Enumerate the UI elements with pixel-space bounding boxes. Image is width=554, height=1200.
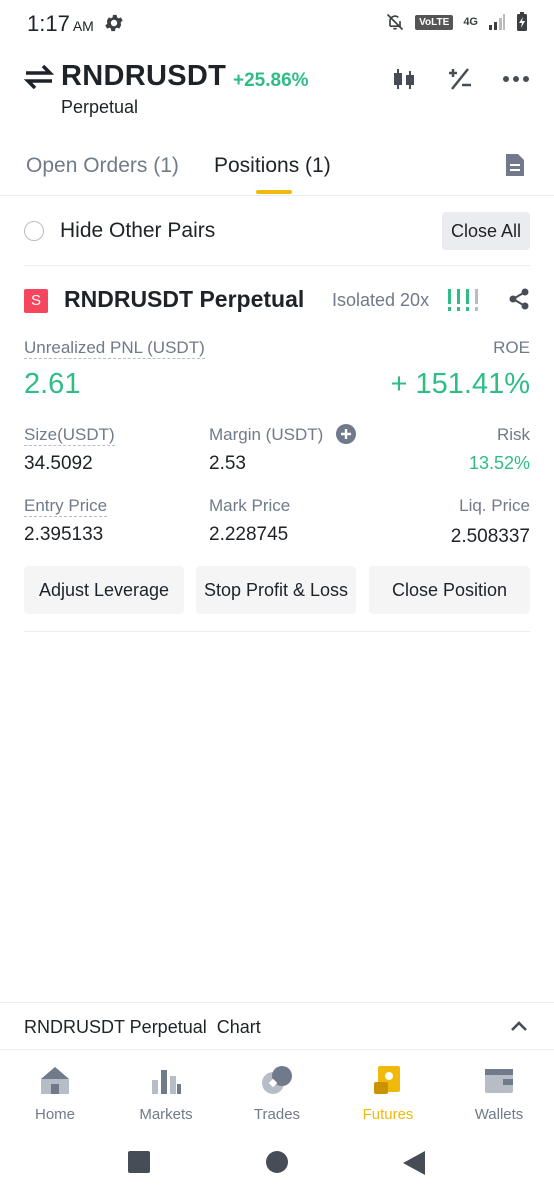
volte-badge: VoLTE — [415, 14, 454, 30]
home-button-icon[interactable] — [265, 1150, 289, 1174]
position-title[interactable]: RNDRUSDT Perpetual — [64, 286, 304, 313]
trades-icon — [262, 1066, 292, 1094]
liq-price-value: 2.508337 — [450, 526, 530, 547]
mark-price-value: 2.228745 — [209, 524, 289, 545]
document-icon[interactable] — [504, 152, 526, 178]
tab-open-orders[interactable]: Open Orders (1) — [26, 154, 179, 178]
add-margin-icon[interactable] — [336, 424, 356, 444]
hide-other-pairs-label[interactable]: Hide Other Pairs — [60, 219, 215, 243]
entry-price-value: 2.395133 — [24, 524, 104, 545]
price-change: +25.86% — [233, 70, 309, 91]
status-time: 1:17 AM — [27, 11, 94, 36]
liq-price-label: Liq. Price — [459, 496, 530, 515]
more-icon[interactable] — [502, 66, 530, 92]
bell-off-icon — [387, 13, 404, 31]
pair-symbol[interactable]: RNDRUSDT — [61, 60, 226, 93]
roe-label: ROE — [493, 338, 530, 357]
unrealized-pnl-label[interactable]: Unrealized PNL (USDT) — [24, 338, 205, 359]
tab-bar: Open Orders (1) Positions (1) — [0, 140, 554, 196]
margin-value: 2.53 — [209, 453, 246, 474]
close-all-button[interactable]: Close All — [441, 212, 530, 250]
roe-value: + 151.41% — [390, 368, 530, 400]
candlestick-icon[interactable] — [390, 66, 418, 92]
filter-row: Hide Other Pairs Close All — [24, 212, 530, 266]
stop-profit-loss-button[interactable]: Stop Profit & Loss — [196, 566, 356, 614]
nav-trades[interactable]: Trades — [222, 1050, 332, 1132]
adjust-leverage-button[interactable]: Adjust Leverage — [24, 566, 184, 614]
back-button-icon[interactable] — [402, 1150, 426, 1176]
mark-price-label: Mark Price — [209, 496, 291, 515]
entry-price-label[interactable]: Entry Price — [24, 496, 108, 517]
chart-toggle-bar[interactable]: RNDRUSDT Perpetual Chart — [0, 1002, 554, 1050]
close-position-button[interactable]: Close Position — [369, 566, 530, 614]
position-card: S RNDRUSDT Perpetual Isolated 20x Unreal… — [24, 268, 530, 632]
chevron-up-icon[interactable] — [510, 1019, 528, 1033]
futures-icon — [374, 1066, 400, 1094]
hide-other-pairs-radio[interactable] — [24, 221, 44, 241]
bottom-nav: Home Markets Trades Futures Wallets — [0, 1050, 554, 1132]
margin-label: Margin (USDT) — [209, 425, 324, 444]
nav-futures[interactable]: Futures — [333, 1050, 443, 1132]
nav-wallets[interactable]: Wallets — [444, 1050, 554, 1132]
settings-icon — [105, 14, 123, 32]
unrealized-pnl-value: 2.61 — [24, 368, 81, 400]
short-side-badge: S — [24, 289, 48, 313]
battery-icon — [517, 12, 527, 31]
chart-bar-label: RNDRUSDT Perpetual Chart — [24, 1017, 261, 1037]
percent-icon[interactable] — [446, 66, 474, 92]
size-value: 34.5092 — [24, 453, 93, 474]
tab-positions[interactable]: Positions (1) — [214, 154, 331, 178]
header: RNDRUSDT +25.86% Perpetual — [0, 58, 554, 124]
active-tab-indicator — [256, 190, 292, 194]
risk-value: 13.52% — [468, 453, 530, 473]
status-bar: 1:17 AM VoLTE 4G — [0, 0, 554, 46]
recents-button-icon[interactable] — [127, 1150, 151, 1174]
swap-pair-icon[interactable] — [24, 64, 54, 90]
risk-level-icon — [448, 289, 478, 311]
contract-type: Perpetual — [61, 97, 139, 117]
network-label: 4G — [463, 16, 478, 28]
risk-label: Risk — [496, 425, 530, 444]
home-icon — [41, 1067, 69, 1094]
share-icon[interactable] — [508, 288, 530, 310]
margin-mode[interactable]: Isolated 20x — [332, 290, 429, 311]
nav-home[interactable]: Home — [0, 1050, 110, 1132]
markets-icon — [152, 1070, 181, 1094]
nav-markets[interactable]: Markets — [111, 1050, 221, 1132]
wallet-icon — [485, 1069, 513, 1093]
signal-icon — [489, 14, 505, 30]
system-nav-bar — [0, 1138, 554, 1188]
size-label[interactable]: Size(USDT) — [24, 425, 115, 446]
